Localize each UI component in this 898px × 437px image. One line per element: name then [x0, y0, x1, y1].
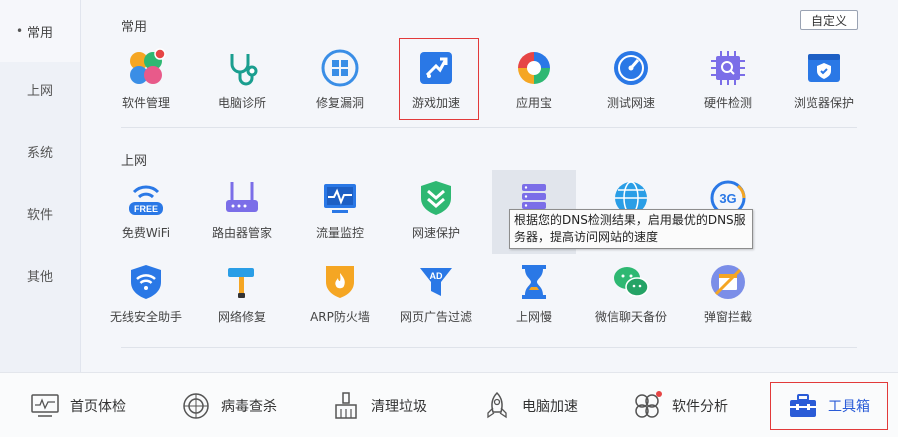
tool-label: 流量监控: [315, 226, 364, 240]
divider: [121, 347, 857, 348]
tool-label: 无线安全助手: [109, 310, 182, 324]
tool-browser-protect[interactable]: 浏览器保护: [782, 42, 866, 114]
tool-pc-clinic[interactable]: 电脑诊所: [200, 42, 284, 114]
tool-label: 路由器管家: [211, 226, 272, 240]
monitor-icon: [320, 178, 360, 218]
firewall-icon: [320, 262, 360, 302]
nav-home-checkup[interactable]: 首页体检: [30, 373, 126, 437]
section-title-common: 常用: [121, 20, 148, 35]
3g-text: 3G: [719, 191, 736, 206]
tool-slow-internet[interactable]: 上网慢: [492, 256, 576, 328]
virus-scan-icon: [181, 391, 211, 421]
tool-fix-vulnerability[interactable]: 修复漏洞: [298, 42, 382, 114]
wechat-icon: [611, 262, 651, 302]
tool-label: 电脑诊所: [217, 96, 266, 110]
speed-shield-icon: [416, 178, 456, 218]
tool-label: 游戏加速: [411, 96, 460, 110]
sidebar-item-other[interactable]: 其他: [0, 244, 80, 306]
nav-label: 软件分析: [672, 398, 728, 415]
nav-label: 清理垃圾: [371, 398, 427, 415]
nav-label: 工具箱: [828, 398, 870, 415]
tool-label: ARP防火墙: [310, 310, 370, 324]
tool-label: 软件管理: [121, 96, 170, 110]
tool-label: 修复漏洞: [315, 96, 364, 110]
game-boost-icon: [416, 48, 456, 88]
divider: [121, 127, 857, 128]
tool-label: 硬件检测: [703, 96, 752, 110]
tool-label: 浏览器保护: [793, 96, 854, 110]
browser-shield-icon: [804, 48, 844, 88]
nav-clean-junk[interactable]: 清理垃圾: [331, 373, 427, 437]
hammer-icon: [222, 262, 262, 302]
sidebar-item-software[interactable]: 软件: [0, 182, 80, 244]
tool-label: 弹窗拦截: [703, 310, 752, 324]
nav-label: 病毒查杀: [221, 398, 277, 415]
nav-virus-scan[interactable]: 病毒查杀: [181, 373, 277, 437]
bottom-nav: 首页体检 病毒查杀 清理垃圾 电脑加速 软件分析 工具箱: [0, 372, 898, 437]
tool-free-wifi[interactable]: FREE 免费WiFi: [104, 172, 188, 244]
nav-label: 电脑加速: [522, 398, 578, 415]
svg-text:FREE: FREE: [134, 204, 158, 214]
nav-label: 首页体检: [70, 398, 126, 415]
tool-speed-protect[interactable]: 网速保护: [394, 172, 478, 244]
tool-app-store[interactable]: 应用宝: [492, 42, 576, 114]
tool-hardware-check[interactable]: 硬件检测: [686, 42, 770, 114]
tooltip-line: 根据您的DNS检测结果，启用最优的DNS服: [514, 213, 746, 227]
app-store-icon: [514, 48, 554, 88]
router-icon: [222, 178, 262, 218]
pinwheel-icon: [632, 390, 662, 421]
tool-label: 网络修复: [217, 310, 266, 324]
tool-ad-filter[interactable]: AD 网页广告过滤: [394, 256, 478, 328]
sidebar-item-label: 系统: [26, 145, 53, 161]
tool-label: 微信聊天备份: [594, 310, 667, 324]
tooltip-line: 务器，提高访问网站的速度: [514, 230, 659, 244]
tool-arp-firewall[interactable]: ARP防火墙: [298, 256, 382, 328]
sidebar-item-system[interactable]: 系统: [0, 120, 80, 182]
wifi-shield-icon: [126, 262, 166, 302]
toolbox-icon: [788, 391, 818, 421]
svg-text:AD: AD: [430, 271, 443, 281]
tool-label: 网页广告过滤: [399, 310, 472, 324]
main-panel: 常用 自定义 软件管理 电脑诊所 修复漏洞 游戏加速 应用宝 测试网速 硬件检测…: [81, 0, 898, 372]
tool-software-manager[interactable]: 软件管理: [104, 42, 188, 114]
popup-block-icon: [708, 262, 748, 302]
free-wifi-icon: FREE: [126, 178, 166, 218]
tool-label: 应用宝: [515, 96, 552, 110]
ad-filter-icon: AD: [416, 262, 456, 302]
tool-traffic-monitor[interactable]: 流量监控: [298, 172, 382, 244]
sidebar-item-label: 上网: [26, 83, 53, 99]
tool-label: 上网慢: [515, 310, 552, 324]
checkup-icon: [30, 391, 60, 421]
speedometer-icon: [611, 48, 651, 88]
dns-tooltip: 根据您的DNS检测结果，启用最优的DNS服 务器，提高访问网站的速度: [509, 209, 753, 249]
nav-software-analysis[interactable]: 软件分析: [632, 373, 728, 437]
tool-label: 网速保护: [411, 226, 460, 240]
tool-wechat-backup[interactable]: 微信聊天备份: [589, 256, 673, 328]
sidebar-item-label: 其他: [26, 269, 53, 285]
nav-toolbox[interactable]: 工具箱: [788, 373, 870, 437]
nav-speed-up[interactable]: 电脑加速: [482, 373, 578, 437]
tool-wifi-security[interactable]: 无线安全助手: [104, 256, 188, 328]
tool-popup-block[interactable]: 弹窗拦截: [686, 256, 770, 328]
clover-icon: [126, 48, 166, 88]
section-title-internet: 上网: [121, 154, 148, 169]
stethoscope-icon: [222, 48, 262, 88]
sidebar-item-label: 常用: [26, 25, 53, 41]
sidebar: 常用 上网 系统 软件 其他: [0, 0, 81, 372]
tool-router-manager[interactable]: 路由器管家: [200, 172, 284, 244]
tool-label: 免费WiFi: [121, 226, 171, 240]
customize-button[interactable]: 自定义: [800, 10, 858, 30]
tool-game-boost[interactable]: 游戏加速: [394, 42, 478, 114]
chip-icon: [708, 48, 748, 88]
sidebar-item-internet[interactable]: 上网: [0, 58, 80, 120]
tool-label: 测试网速: [606, 96, 655, 110]
rocket-icon: [482, 391, 512, 421]
sidebar-item-common[interactable]: 常用: [0, 0, 80, 62]
sidebar-item-label: 软件: [26, 207, 53, 223]
broom-icon: [331, 391, 361, 421]
tool-network-repair[interactable]: 网络修复: [200, 256, 284, 328]
windows-repair-icon: [320, 48, 360, 88]
hourglass-icon: [514, 262, 554, 302]
tool-speed-test[interactable]: 测试网速: [589, 42, 673, 114]
